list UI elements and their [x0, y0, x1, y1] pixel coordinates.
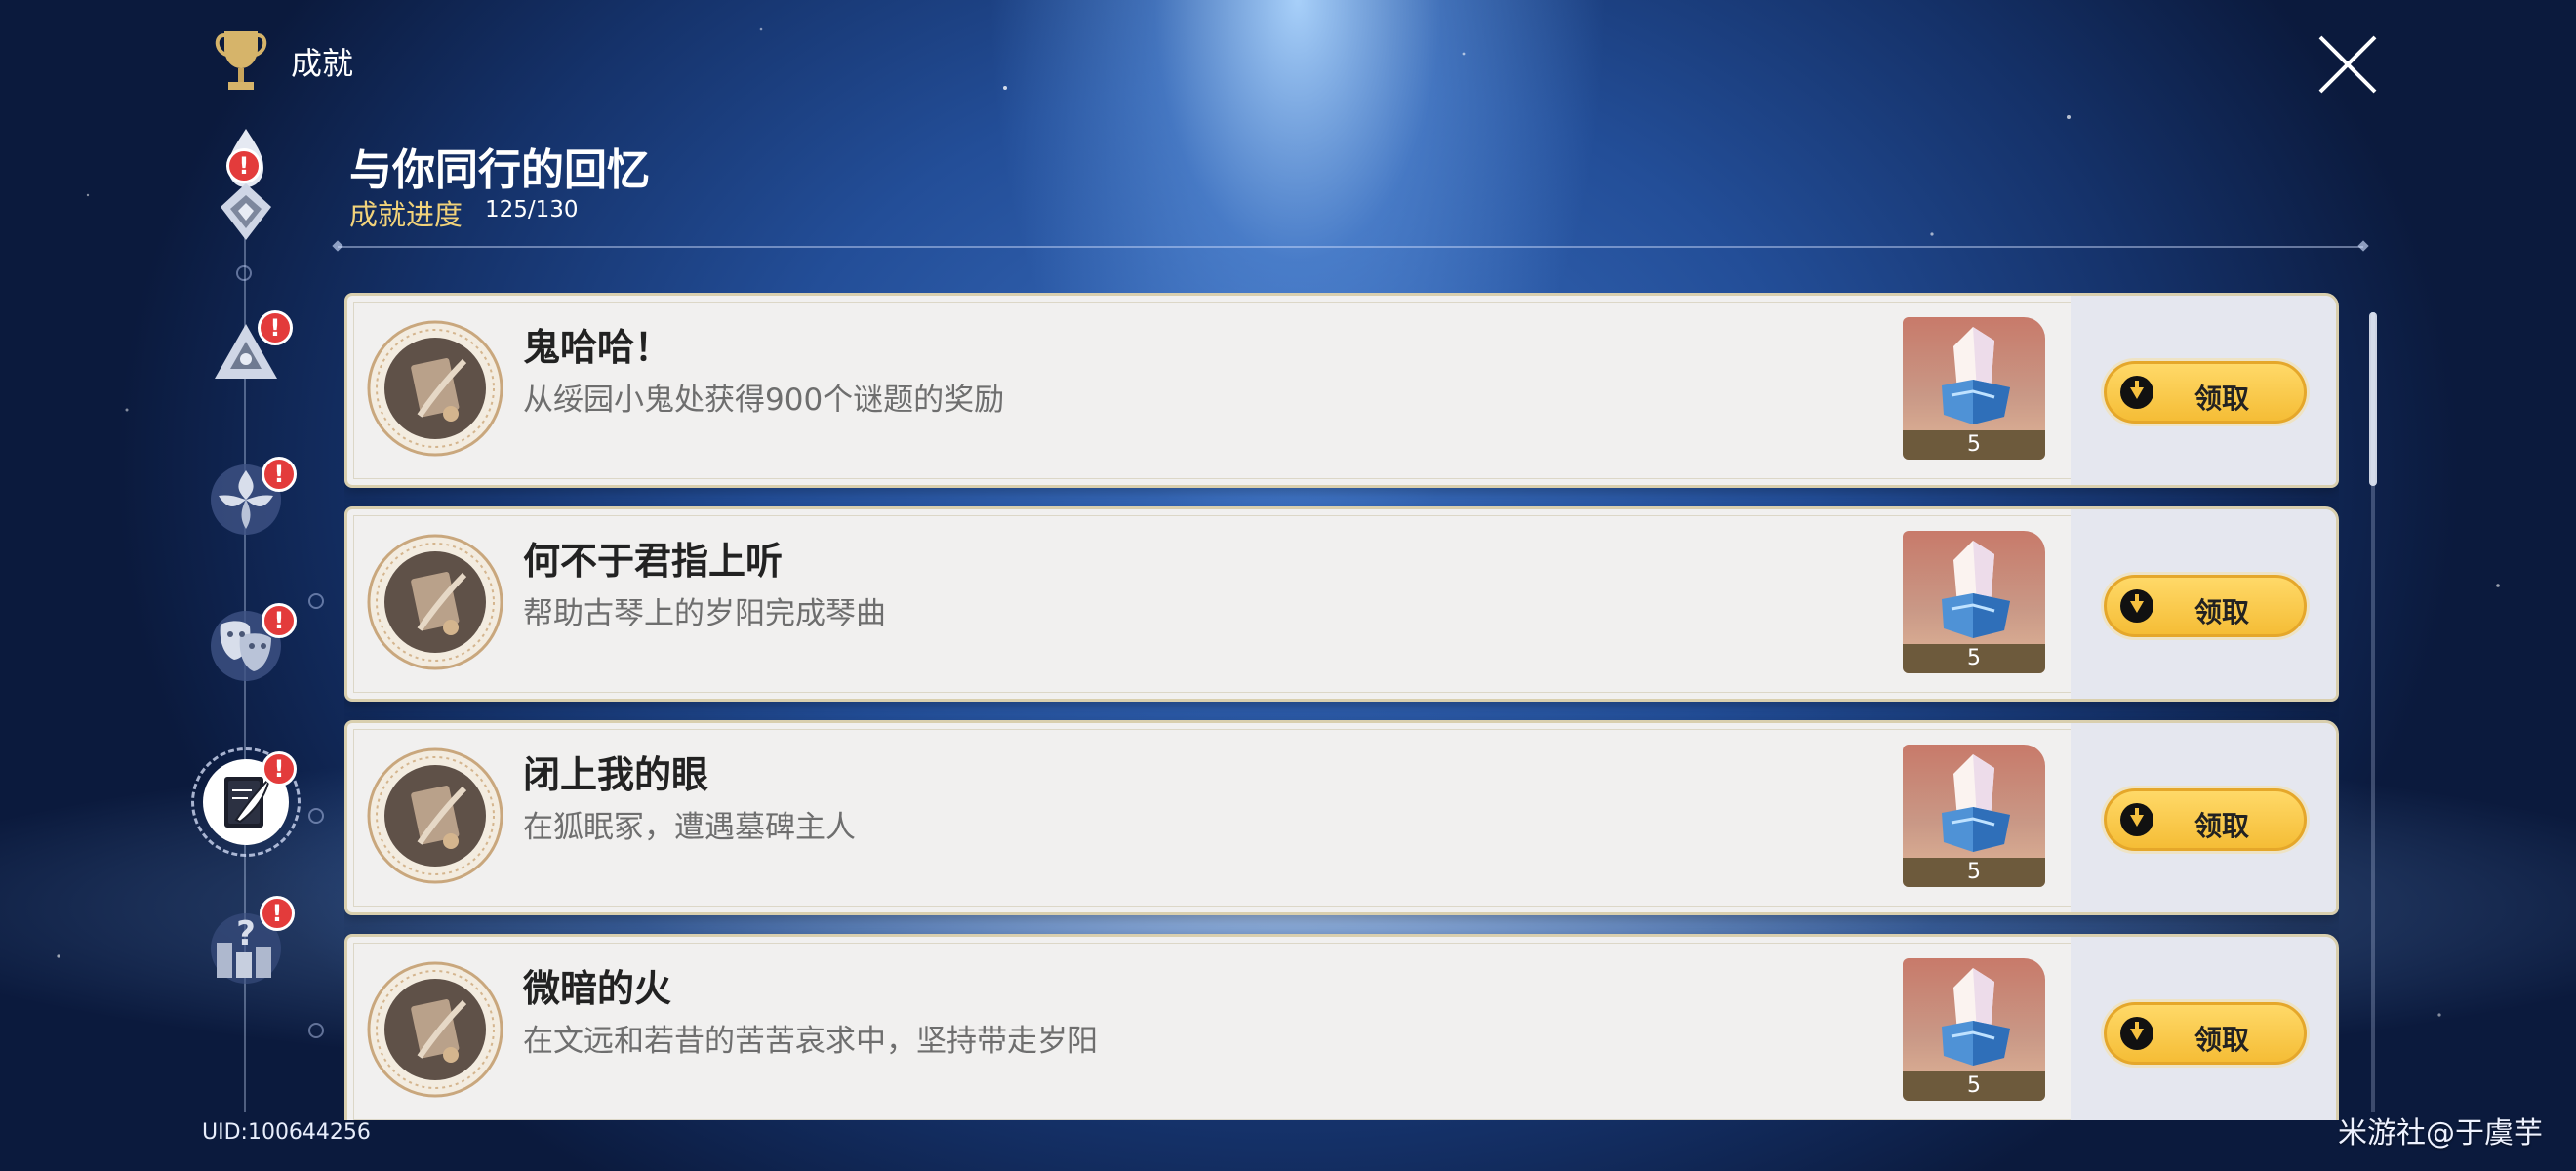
close-icon[interactable]: [2314, 31, 2381, 98]
achievement-description: 从绥园小鬼处获得900个谜题的奖励: [523, 383, 1005, 418]
user-uid: UID:100644256: [202, 1120, 371, 1145]
reward-item[interactable]: 5: [1903, 531, 2045, 673]
rail-dot: [236, 265, 252, 281]
download-arrow-icon: [2120, 803, 2153, 836]
reward-item[interactable]: 5: [1903, 958, 2045, 1101]
crystal-gem-icon: [1942, 541, 2010, 638]
claim-label: 领取: [2194, 810, 2250, 842]
watermark: 米游社@于虞芋: [2338, 1116, 2543, 1151]
rail-dot: [308, 593, 324, 609]
claim-button[interactable]: 领取: [2104, 1002, 2307, 1065]
scrollbar-thumb[interactable]: [2369, 312, 2377, 486]
achievement-medal-icon: [367, 747, 503, 884]
progress-label: 成就进度: [349, 198, 463, 231]
notification-badge: !: [260, 896, 295, 931]
notification-badge: !: [262, 603, 297, 638]
teardrop-emblem-icon: [221, 129, 271, 240]
crystal-gem-icon: [1942, 327, 2010, 424]
notification-badge: !: [258, 310, 293, 345]
category-item-2[interactable]: !: [207, 310, 293, 392]
crystal-gem-icon: [1942, 754, 2010, 852]
reward-count: 5: [1967, 1073, 1981, 1098]
category-item-4[interactable]: !: [207, 603, 297, 685]
notification-badge: !: [226, 148, 262, 183]
achievement-medal-icon: [367, 320, 503, 457]
category-item-1[interactable]: !: [207, 125, 285, 250]
achievement-card: 闭上我的眼 在狐眠冢，遭遇墓碑主人 5 领取: [344, 720, 2339, 915]
achievement-description: 帮助古琴上的岁阳完成琴曲: [523, 596, 886, 631]
header-title: 成就: [291, 45, 354, 82]
rail-dot: [308, 1023, 324, 1038]
claim-button[interactable]: 领取: [2104, 575, 2307, 637]
download-arrow-icon: [2120, 1017, 2153, 1050]
achievement-card: 微暗的火 在文远和若昔的苦苦哀求中，坚持带走岁阳 5 领取: [344, 934, 2339, 1120]
download-arrow-icon: [2120, 589, 2153, 623]
achievement-title: 闭上我的眼: [523, 753, 709, 796]
category-item-3[interactable]: !: [207, 457, 297, 539]
claim-label: 领取: [2194, 383, 2250, 415]
reward-item[interactable]: 5: [1903, 745, 2045, 887]
reward-item[interactable]: 5: [1903, 317, 2045, 460]
svg-text:?: ?: [236, 914, 256, 953]
claim-zone: 领取: [2071, 723, 2336, 912]
achievement-card: 何不于君指上听 帮助古琴上的岁阳完成琴曲 5 领取: [344, 506, 2339, 702]
progress-value: 125/130: [485, 197, 579, 222]
section-divider: [338, 246, 2363, 248]
achievement-medal-icon: [367, 961, 503, 1098]
category-item-5-active[interactable]: !: [201, 751, 297, 847]
claim-label: 领取: [2194, 596, 2250, 628]
achievement-title: 微暗的火: [523, 967, 672, 1010]
download-arrow-icon: [2120, 376, 2153, 409]
reward-count: 5: [1967, 646, 1981, 670]
achievement-card: 鬼哈哈！ 从绥园小鬼处获得900个谜题的奖励 5 领取: [344, 293, 2339, 488]
notification-badge: !: [262, 457, 297, 492]
achievement-title: 何不于君指上听: [523, 540, 784, 583]
claim-zone: 领取: [2071, 509, 2336, 699]
reward-count: 5: [1967, 860, 1981, 884]
claim-button[interactable]: 领取: [2104, 788, 2307, 851]
achievement-description: 在狐眠冢，遭遇墓碑主人: [523, 810, 856, 845]
section-title: 与你同行的回忆: [349, 145, 650, 195]
claim-button[interactable]: 领取: [2104, 361, 2307, 424]
reward-count: 5: [1967, 432, 1981, 457]
claim-zone: 领取: [2071, 296, 2336, 485]
claim-zone: 领取: [2071, 937, 2336, 1120]
rail-dot: [308, 808, 324, 824]
claim-label: 领取: [2194, 1024, 2250, 1056]
achievement-list[interactable]: 鬼哈哈！ 从绥园小鬼处获得900个谜题的奖励 5 领取 何不于君指上听 帮助古琴…: [344, 293, 2339, 1120]
trophy-icon: [215, 31, 267, 90]
notification-badge: !: [262, 751, 297, 787]
achievement-description: 在文远和若昔的苦苦哀求中，坚持带走岁阳: [523, 1024, 1098, 1059]
achievement-title: 鬼哈哈！: [523, 326, 672, 369]
crystal-gem-icon: [1942, 968, 2010, 1066]
category-item-6[interactable]: ? !: [207, 896, 295, 988]
achievement-medal-icon: [367, 534, 503, 670]
